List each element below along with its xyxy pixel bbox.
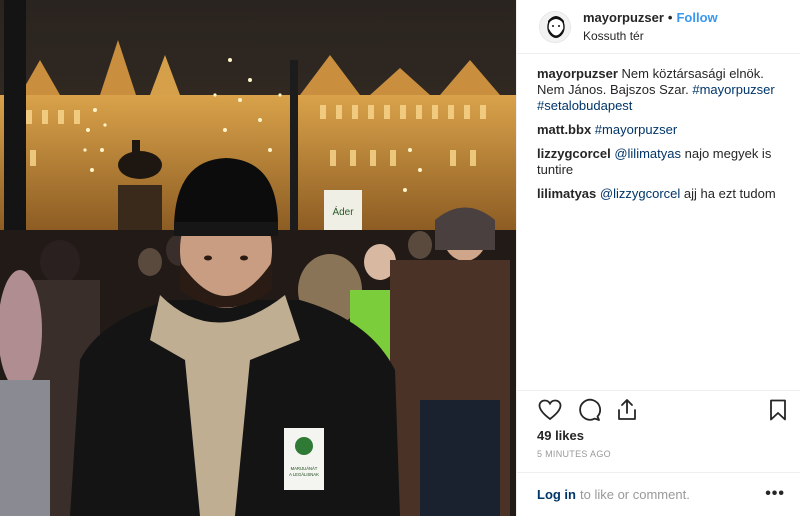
street-pole: [4, 0, 26, 240]
post-timestamp[interactable]: 5 MINUTES AGO: [537, 449, 611, 459]
protest-sign: Áder: [324, 190, 362, 230]
avatar[interactable]: [539, 10, 571, 43]
post-actions: [517, 390, 800, 426]
post-header: mayorpuzser • Follow Kossuth tér: [517, 0, 800, 54]
comment-username[interactable]: lizzygcorcel: [537, 146, 611, 161]
comment-text: ajj ha ezt tudom: [683, 186, 776, 201]
protest-photo-illustration: Áder MARIJUÁNÁT A LEGÁLISNAK: [0, 0, 516, 516]
comment-mention[interactable]: @lizzygcorcel: [600, 186, 680, 201]
svg-text:MARIJUÁNÁT: MARIJUÁNÁT: [291, 466, 318, 471]
comment-item: matt.bbx #mayorpuzser: [537, 122, 787, 138]
comment-item: lilimatyas @lizzygcorcel ajj ha ezt tudo…: [537, 186, 787, 202]
heart-icon[interactable]: [537, 397, 563, 423]
login-bar: Log in to like or comment. •••: [517, 472, 800, 516]
comment-item: mayorpuzser Nem köztársasági elnök. Nem …: [537, 66, 787, 114]
likes-count[interactable]: 49 likes: [537, 428, 584, 443]
post-side-panel: mayorpuzser • Follow Kossuth tér mayorpu…: [516, 0, 800, 516]
follow-button[interactable]: Follow: [676, 10, 717, 25]
comment-mention[interactable]: @lilimatyas: [614, 146, 681, 161]
comment-hashtags[interactable]: #mayorpuzser: [595, 122, 677, 137]
post-photo[interactable]: Áder MARIJUÁNÁT A LEGÁLISNAK: [0, 0, 516, 516]
comment-username[interactable]: lilimatyas: [537, 186, 596, 201]
comment-username[interactable]: mayorpuzser: [537, 66, 618, 81]
share-icon[interactable]: [614, 397, 640, 423]
comment-item: lizzygcorcel @lilimatyas najo megyek is …: [537, 146, 787, 178]
comments-list: mayorpuzser Nem köztársasági elnök. Nem …: [537, 66, 787, 210]
svg-text:Áder: Áder: [332, 205, 354, 218]
jacket-badge: MARIJUÁNÁT A LEGÁLISNAK: [284, 428, 324, 490]
bookmark-icon[interactable]: [765, 397, 791, 423]
login-prompt-text: to like or comment.: [580, 487, 690, 502]
comment-username[interactable]: matt.bbx: [537, 122, 591, 137]
post-location[interactable]: Kossuth tér: [583, 29, 718, 43]
post-author-username[interactable]: mayorpuzser: [583, 10, 664, 25]
more-options-button[interactable]: •••: [765, 485, 785, 503]
login-link[interactable]: Log in: [537, 487, 576, 502]
svg-text:A LEGÁLISNAK: A LEGÁLISNAK: [289, 472, 319, 477]
comment-icon[interactable]: [576, 397, 602, 423]
separator-dot: •: [667, 10, 673, 25]
